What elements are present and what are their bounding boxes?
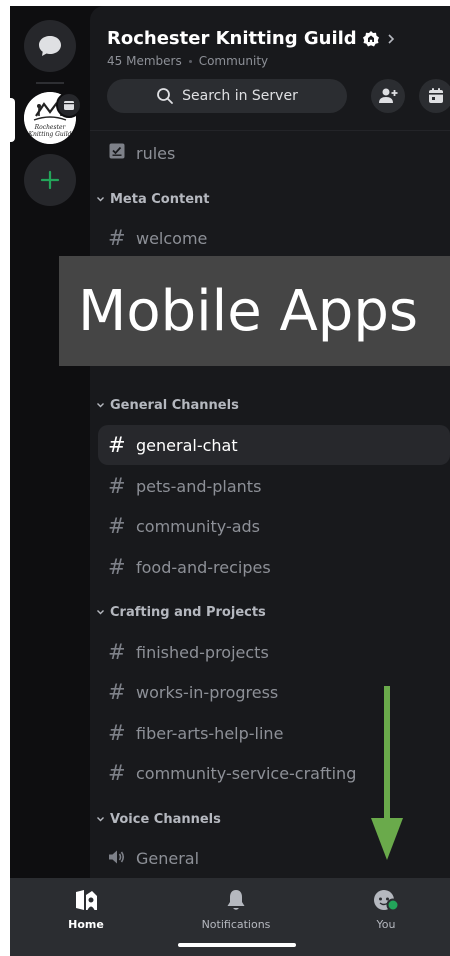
hash-icon: # [108,514,126,538]
calendar-icon [64,101,74,110]
hash-icon: # [108,721,126,745]
hash-icon: # [108,433,126,457]
tab-label: You [376,918,396,931]
verified-badge-icon [362,30,379,46]
speaker-icon [108,846,136,870]
chevron-down-icon [97,403,104,408]
annotation-arrow-icon [371,686,403,860]
add-server-icon [40,170,60,190]
channel-finished-projects[interactable]: # finished-projects [98,632,450,672]
channel-name: pets-and-plants [136,476,262,496]
tab-label: Notifications [201,918,271,931]
hash-icon: # [108,640,126,664]
add-server-button[interactable] [24,154,76,206]
hash-icon: # [108,474,126,498]
rail-divider [36,82,64,84]
hash-icon: # [108,226,126,250]
channel-pets-and-plants[interactable]: # pets-and-plants [98,466,450,506]
svg-text:Knitting Guild: Knitting Guild [28,131,72,138]
channel-name: works-in-progress [136,682,279,702]
dm-bubble-icon [39,36,61,56]
server-rail: Rochester Knitting Guild [10,6,90,878]
app-frame: Rochester Knitting Guild Rochester Knitt… [10,6,450,956]
category-label: Crafting and Projects [110,605,266,620]
add-member-icon [379,88,398,103]
chevron-down-icon [97,817,104,822]
channel-name: general-chat [136,435,238,455]
tab-home[interactable]: Home [26,888,146,931]
category-label: Meta Content [110,192,210,207]
category-crafting-and-projects[interactable]: Crafting and Projects [96,605,266,620]
home-indicator [178,943,296,947]
category-label: Voice Channels [110,812,221,827]
hash-icon: # [108,555,126,579]
channel-rules[interactable]: rules [98,133,450,173]
channel-community-ads[interactable]: # community-ads [98,506,450,546]
channel-name: food-and-recipes [136,557,271,577]
chevron-down-icon [97,610,104,615]
channel-general-chat[interactable]: # general-chat [98,425,450,465]
category-label: General Channels [110,398,239,413]
channel-name: fiber-arts-help-line [136,723,284,743]
direct-messages-button[interactable] [24,20,76,72]
bell-icon [227,890,245,910]
category-general-channels[interactable]: General Channels [96,398,239,413]
channel-name: rules [136,143,176,163]
channel-name: finished-projects [136,642,269,662]
svg-text:Rochester: Rochester [34,124,67,131]
avatar-icon [374,890,400,912]
category-voice-channels[interactable]: Voice Channels [96,812,221,827]
tab-notifications[interactable]: Notifications [176,888,296,931]
member-count: 45 Members [107,54,182,68]
caption-overlay: Mobile Apps [59,256,450,366]
server-meta: 45 Members Community [107,54,268,68]
selected-server-indicator [10,98,15,142]
tab-label: Home [68,918,104,931]
rules-icon [108,141,136,165]
search-label: Search in Server [182,88,298,104]
calendar-icon [429,88,443,103]
server-header[interactable]: Rochester Knitting Guild [107,28,395,49]
search-icon [157,88,174,104]
hash-icon: # [108,680,126,704]
chevron-right-icon [388,33,394,44]
bottom-tab-bar: Home Notifications You [10,878,450,956]
events-button[interactable] [419,79,450,113]
search-in-server-button[interactable]: Search in Server [107,79,347,113]
chevron-down-icon [97,197,104,202]
server-event-badge [56,92,82,118]
meta-separator [188,60,192,63]
caption-text: Mobile Apps [78,278,419,344]
channel-name: community-service-crafting [136,763,357,783]
home-icon [76,890,97,910]
tab-you[interactable]: You [326,888,446,931]
channel-name: welcome [136,228,208,248]
channel-food-and-recipes[interactable]: # food-and-recipes [98,547,450,587]
category-meta-content[interactable]: Meta Content [96,192,210,207]
channel-welcome[interactable]: # welcome [98,218,450,258]
server-type: Community [198,54,269,68]
channel-name: community-ads [136,516,261,536]
invite-members-button[interactable] [371,79,405,113]
server-name: Rochester Knitting Guild [107,28,357,49]
hash-icon: # [108,761,126,785]
channel-name: General [136,848,200,868]
header-divider [90,130,450,131]
